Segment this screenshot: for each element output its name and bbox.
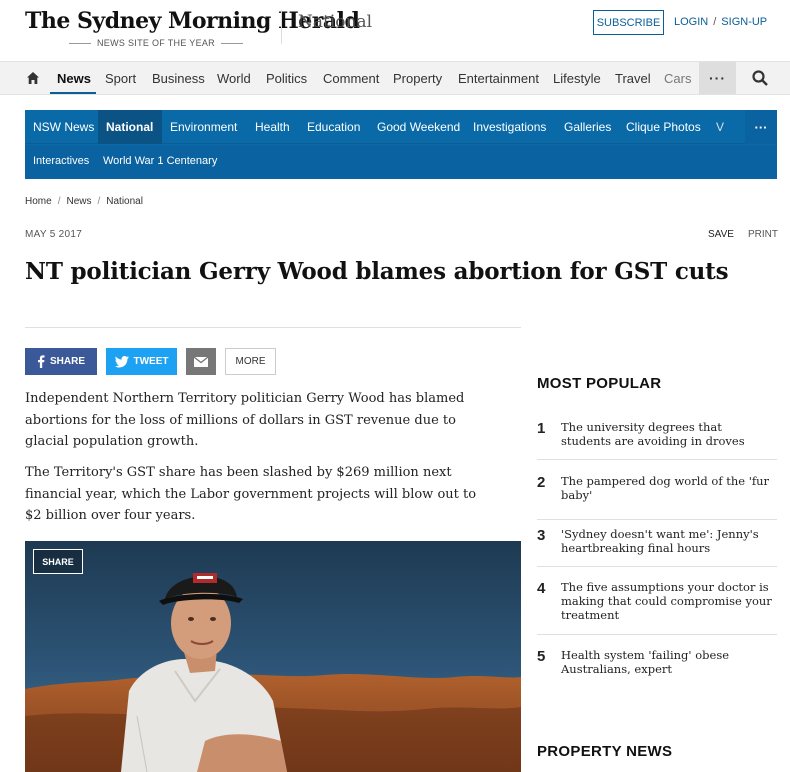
- most-popular-item[interactable]: 5 Health system 'failing' obese Australi…: [537, 648, 777, 688]
- section-nav-education[interactable]: Education: [307, 120, 360, 134]
- search-icon[interactable]: [752, 70, 768, 86]
- most-popular-item[interactable]: 1 The university degrees that students a…: [537, 420, 777, 460]
- breadcrumb-home[interactable]: Home: [25, 196, 52, 207]
- section-nav-primary-row: NSW News National Environment Health Edu…: [25, 110, 777, 144]
- email-share-button[interactable]: [186, 348, 216, 375]
- section-nav-national[interactable]: National: [106, 120, 153, 134]
- auth-links: LOGIN / SIGN-UP: [674, 16, 767, 28]
- article-paragraph: Independent Northern Territory politicia…: [25, 391, 465, 449]
- section-nav-galleries[interactable]: Galleries: [564, 120, 611, 134]
- masthead-divider: [281, 10, 282, 44]
- most-popular-link[interactable]: 'Sydney doesn't want me': Jenny's heartb…: [561, 527, 773, 555]
- nav-item-business[interactable]: Business: [152, 71, 205, 86]
- section-nav-ww1-centenary[interactable]: World War 1 Centenary: [103, 155, 217, 167]
- nav-item-travel[interactable]: Travel: [615, 71, 651, 86]
- twitter-share-label: TWEET: [133, 356, 169, 367]
- twitter-icon: [114, 355, 129, 368]
- breadcrumb-news[interactable]: News: [66, 196, 91, 207]
- nav-item-comment[interactable]: Comment: [323, 71, 379, 86]
- nav-item-entertainment[interactable]: Entertainment: [458, 71, 539, 86]
- nav-item-world[interactable]: World: [217, 71, 251, 86]
- site-tagline: NEWS SITE OF THE YEAR: [63, 38, 249, 48]
- most-popular-rank: 5: [537, 648, 546, 665]
- most-popular-link[interactable]: The university degrees that students are…: [561, 420, 773, 448]
- article-paragraph: The Territory's GST share has been slash…: [25, 465, 477, 523]
- nav-active-indicator: [50, 92, 96, 94]
- section-nav-interactives[interactable]: Interactives: [33, 155, 89, 167]
- breadcrumb-national[interactable]: National: [106, 196, 143, 207]
- facebook-share-button[interactable]: SHARE: [25, 348, 97, 375]
- breadcrumb-separator: /: [57, 196, 61, 207]
- most-popular-link[interactable]: Health system 'failing' obese Australian…: [561, 648, 773, 676]
- most-popular-link[interactable]: The pampered dog world of the 'fur baby': [561, 474, 773, 502]
- print-button[interactable]: PRINT: [748, 229, 778, 240]
- auth-separator: /: [713, 16, 717, 28]
- save-button[interactable]: SAVE: [708, 229, 734, 240]
- hero-photo: [25, 541, 521, 772]
- breadcrumb-separator: /: [97, 196, 101, 207]
- most-popular-rank: 1: [537, 420, 546, 437]
- most-popular-heading: MOST POPULAR: [537, 375, 662, 392]
- login-link[interactable]: LOGIN: [674, 16, 708, 28]
- subscribe-button[interactable]: SUBSCRIBE: [593, 10, 664, 35]
- section-nav-good-weekend[interactable]: Good Weekend: [377, 120, 460, 134]
- nav-item-sport[interactable]: Sport: [105, 71, 136, 86]
- nav-item-politics[interactable]: Politics: [266, 71, 307, 86]
- most-popular-rank: 2: [537, 474, 546, 491]
- section-nav-truncated-item[interactable]: V: [716, 120, 724, 134]
- section-nav-investigations[interactable]: Investigations: [473, 120, 546, 134]
- most-popular-link[interactable]: The five assumptions your doctor is maki…: [561, 580, 773, 622]
- image-share-button[interactable]: SHARE: [33, 549, 83, 574]
- most-popular-item[interactable]: 4 The five assumptions your doctor is ma…: [537, 580, 777, 635]
- article-headline: NT politician Gerry Wood blames abortion…: [25, 258, 729, 285]
- facebook-icon: [37, 355, 45, 368]
- nav-item-lifestyle[interactable]: Lifestyle: [553, 71, 601, 86]
- most-popular-rank: 4: [537, 580, 546, 597]
- most-popular-rank: 3: [537, 527, 546, 544]
- section-nav-environment[interactable]: Environment: [170, 120, 237, 134]
- home-icon[interactable]: [26, 71, 40, 85]
- nav-item-cars[interactable]: Cars: [664, 71, 691, 86]
- twitter-share-button[interactable]: TWEET: [106, 348, 177, 375]
- masthead: The Sydney Morning Herald NEWS SITE OF T…: [0, 0, 790, 60]
- section-nav: NSW News National Environment Health Edu…: [25, 110, 777, 179]
- mail-icon: [194, 356, 208, 367]
- primary-nav: News Sport Business World Politics Comme…: [0, 61, 790, 95]
- more-share-button[interactable]: MORE: [225, 348, 276, 375]
- nav-item-property[interactable]: Property: [393, 71, 442, 86]
- section-nav-clique-photos[interactable]: Clique Photos: [626, 120, 701, 134]
- nav-more-button[interactable]: ···: [699, 62, 736, 94]
- property-news-heading: PROPERTY NEWS: [537, 743, 673, 760]
- headline-divider: [25, 327, 521, 328]
- most-popular-item[interactable]: 2 The pampered dog world of the 'fur bab…: [537, 474, 777, 520]
- section-nav-more-button[interactable]: ···: [745, 110, 777, 144]
- article-date: MAY 5 2017: [25, 229, 83, 240]
- section-nav-health[interactable]: Health: [255, 120, 290, 134]
- section-nav-secondary-row: Interactives World War 1 Centenary: [25, 145, 777, 179]
- nav-item-news[interactable]: News: [57, 71, 91, 86]
- breadcrumb: Home / News / National: [25, 196, 143, 207]
- section-title[interactable]: National: [298, 12, 372, 32]
- signup-link[interactable]: SIGN-UP: [721, 16, 767, 28]
- article-hero-image[interactable]: SHARE: [25, 541, 521, 772]
- section-nav-nsw-news[interactable]: NSW News: [33, 120, 94, 134]
- most-popular-item[interactable]: 3 'Sydney doesn't want me': Jenny's hear…: [537, 527, 777, 567]
- facebook-share-label: SHARE: [49, 356, 85, 367]
